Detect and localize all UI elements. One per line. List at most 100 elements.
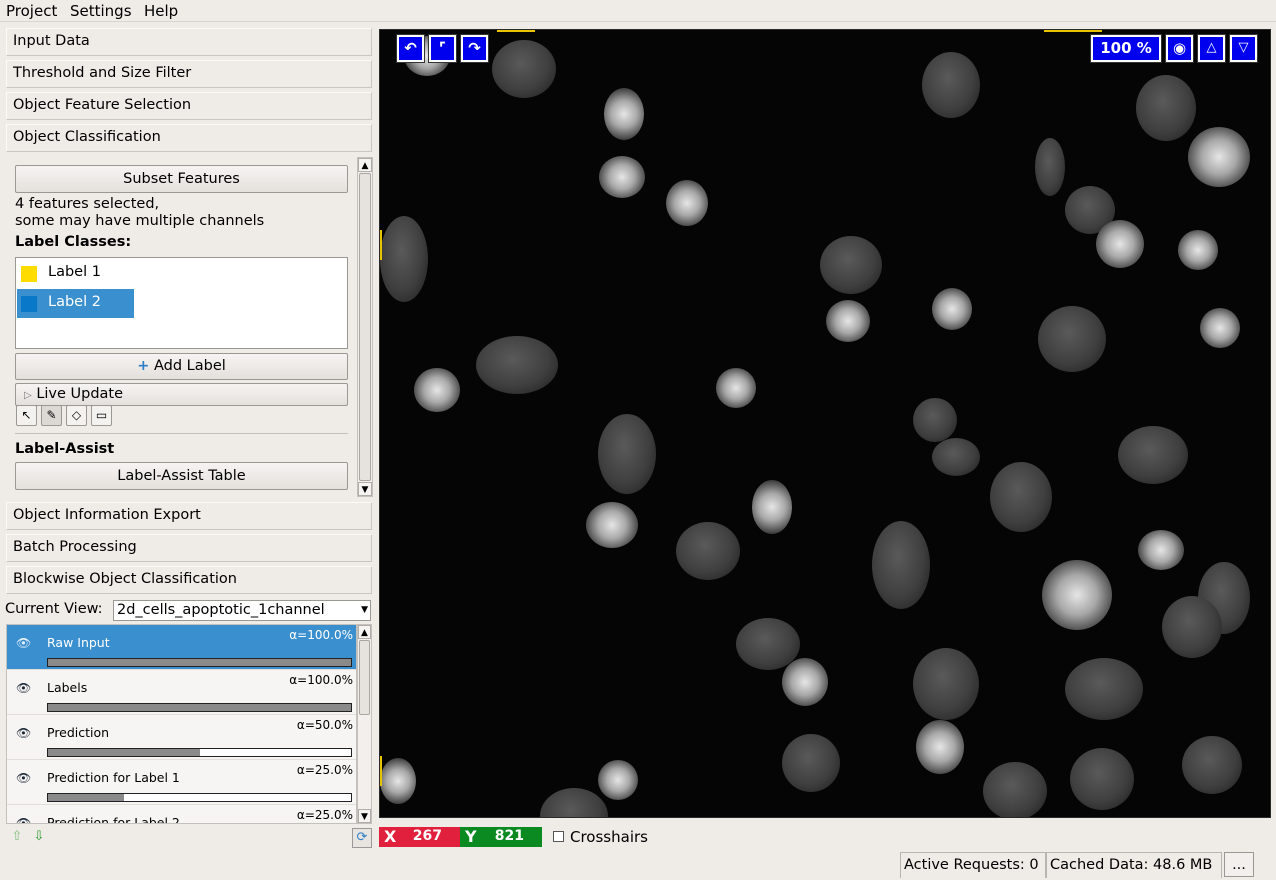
applet-scrollbar[interactable]: ▲ ▼: [357, 157, 373, 497]
features-channels-text: some may have multiple channels: [15, 213, 265, 229]
eye-icon[interactable]: 👁: [16, 681, 31, 695]
crosshairs-checkbox[interactable]: [553, 831, 564, 842]
scrollbar-thumb[interactable]: [359, 173, 371, 481]
eye-icon[interactable]: 👁: [16, 726, 31, 740]
cell-nucleus: [476, 336, 558, 394]
opacity-fill: [48, 704, 351, 711]
menu-project[interactable]: Project: [6, 2, 57, 20]
scroll-down-icon[interactable]: ▼: [358, 482, 372, 496]
opacity-slider[interactable]: [47, 658, 352, 667]
mitotic-cell: [1200, 308, 1240, 348]
layer-name: Prediction for Label 1: [47, 770, 180, 785]
applet-object-classification[interactable]: Object Classification: [6, 124, 372, 152]
eye-icon[interactable]: 👁: [16, 816, 31, 823]
y-coordinate: Y 821: [460, 827, 542, 847]
expand-triangle-icon: ▷: [24, 390, 32, 401]
layer-row-raw-input[interactable]: 👁 Raw Input α=100.0%: [7, 625, 356, 670]
layer-alpha: α=100.0%: [289, 673, 353, 687]
x-coordinate: X 267: [379, 827, 460, 847]
cell-nucleus: [990, 462, 1052, 532]
layer-row-prediction-label-2[interactable]: 👁 Prediction for Label 2 α=25.0%: [7, 805, 356, 823]
mitotic-cell: [782, 658, 828, 706]
triangle-up-icon[interactable]: △: [1197, 34, 1226, 63]
cell-nucleus: [820, 236, 882, 294]
cell-nucleus: [380, 216, 428, 302]
refresh-layers-icon[interactable]: ⟳: [352, 828, 372, 848]
live-update-button[interactable]: ▷ Live Update: [15, 383, 348, 406]
label-assist-table-button[interactable]: Label-Assist Table: [15, 462, 348, 490]
label-row-2[interactable]: Label 2: [17, 289, 134, 318]
label-color-swatch[interactable]: [21, 266, 37, 282]
layer-scrollbar[interactable]: ▲ ▼: [357, 624, 372, 824]
mitotic-cell: [414, 368, 460, 412]
triangle-down-icon[interactable]: ▽: [1229, 34, 1258, 63]
cell-nucleus: [1038, 306, 1106, 372]
features-selected-text: 4 features selected,: [15, 196, 160, 212]
menu-settings[interactable]: Settings: [70, 2, 132, 20]
undo-arrow-icon[interactable]: ↶: [396, 34, 425, 63]
classification-applet-body: Subset Features 4 features selected, som…: [6, 149, 372, 501]
box-select-icon[interactable]: ▭: [91, 405, 112, 426]
image-viewer[interactable]: ↶ ⌜ ↷ 100 % ◉ △ ▽: [379, 29, 1271, 818]
mitotic-cell: [1178, 230, 1218, 270]
opacity-fill: [48, 794, 124, 801]
scrollbar-thumb[interactable]: [359, 640, 370, 715]
layer-alpha: α=100.0%: [289, 628, 353, 642]
current-view-select[interactable]: 2d_cells_apoptotic_1channel ▼: [113, 600, 371, 621]
layer-row-labels[interactable]: 👁 Labels α=100.0%: [7, 670, 356, 715]
label-row-1[interactable]: Label 1: [17, 259, 134, 288]
opacity-fill: [48, 749, 200, 756]
mitotic-cell: [1188, 127, 1250, 187]
fit-corner-icon[interactable]: ⌜: [428, 34, 457, 63]
subset-features-button[interactable]: Subset Features: [15, 165, 348, 193]
camera-icon[interactable]: ◉: [1165, 34, 1194, 63]
applet-threshold[interactable]: Threshold and Size Filter: [6, 60, 372, 88]
layer-row-prediction-label-1[interactable]: 👁 Prediction for Label 1 α=25.0%: [7, 760, 356, 805]
applet-input-data[interactable]: Input Data: [6, 28, 372, 56]
applet-batch-processing[interactable]: Batch Processing: [6, 534, 372, 562]
label-color-swatch[interactable]: [21, 296, 37, 312]
scroll-down-icon[interactable]: ▼: [358, 809, 371, 823]
label-classes-list: Label 1 Label 2: [15, 257, 348, 349]
divider: [15, 433, 348, 434]
label-edge-marker: [1044, 30, 1102, 32]
move-layer-down-icon[interactable]: ⇩: [29, 828, 49, 848]
scroll-up-icon[interactable]: ▲: [358, 625, 371, 639]
move-layer-up-icon[interactable]: ⇧: [7, 828, 27, 848]
eye-icon[interactable]: 👁: [16, 771, 31, 785]
pointer-icon[interactable]: ↖: [16, 405, 37, 426]
opacity-slider[interactable]: [47, 748, 352, 757]
cell-nucleus: [932, 438, 980, 476]
opacity-slider[interactable]: [47, 703, 352, 712]
cell-nucleus: [913, 648, 979, 720]
brush-icon[interactable]: ✎: [41, 405, 62, 426]
scroll-up-icon[interactable]: ▲: [358, 158, 372, 172]
add-label-text: Add Label: [153, 358, 226, 374]
cell-nucleus: [598, 414, 656, 494]
redo-arrow-icon[interactable]: ↷: [460, 34, 489, 63]
menu-help[interactable]: Help: [144, 2, 178, 20]
eraser-icon[interactable]: ◇: [66, 405, 87, 426]
current-view-label: Current View:: [5, 601, 103, 617]
cell-nucleus: [1118, 426, 1188, 484]
label-edge-marker: [380, 230, 382, 260]
eye-icon[interactable]: 👁: [16, 636, 31, 650]
applet-feature-selection[interactable]: Object Feature Selection: [6, 92, 372, 120]
cell-nucleus: [540, 788, 608, 817]
cell-nucleus: [1162, 596, 1222, 658]
mitotic-cell: [1138, 530, 1184, 570]
mitotic-cell: [666, 180, 708, 226]
opacity-slider[interactable]: [47, 793, 352, 802]
label-assist-heading: Label-Assist: [15, 441, 115, 457]
plus-icon: +: [137, 358, 150, 374]
more-button[interactable]: ...: [1224, 852, 1254, 877]
layer-alpha: α=50.0%: [296, 718, 353, 732]
chevron-down-icon: ▼: [361, 605, 368, 615]
applet-blockwise[interactable]: Blockwise Object Classification: [6, 566, 372, 594]
cell-nucleus: [1182, 736, 1242, 794]
applet-info-export[interactable]: Object Information Export: [6, 502, 372, 530]
cell-nucleus: [983, 762, 1047, 817]
crosshairs-label[interactable]: Crosshairs: [570, 828, 648, 846]
layer-row-prediction[interactable]: 👁 Prediction α=50.0%: [7, 715, 356, 760]
add-label-button[interactable]: + Add Label: [15, 353, 348, 380]
